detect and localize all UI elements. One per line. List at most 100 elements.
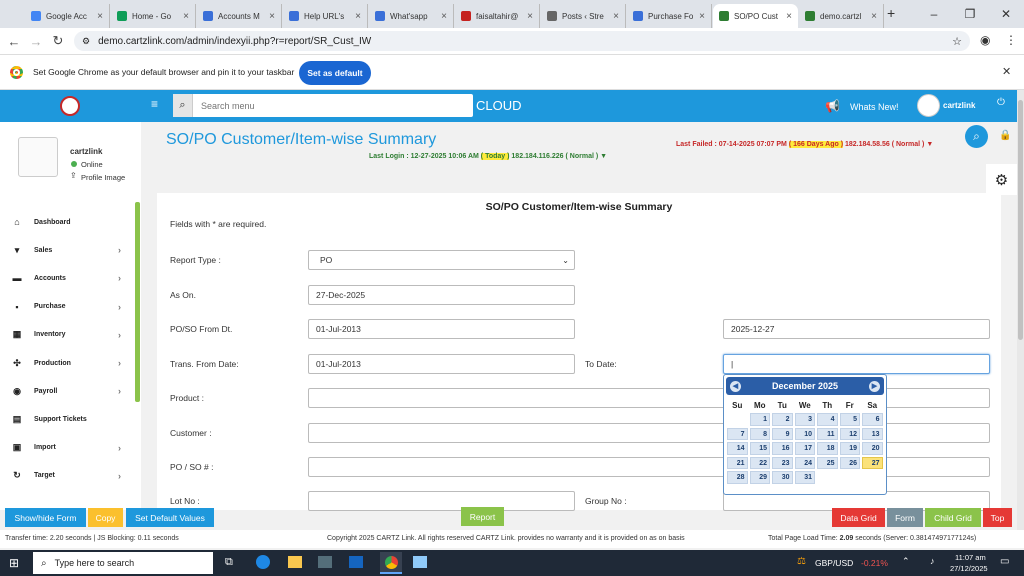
calendar-day[interactable]: 12: [839, 427, 860, 440]
customer-field[interactable]: [308, 423, 990, 443]
tab-close-icon[interactable]: ×: [183, 11, 189, 22]
browser-tab[interactable]: demo.cartzl ×: [799, 4, 884, 28]
calendar-day[interactable]: 10: [794, 427, 815, 440]
page-scrollbar-thumb[interactable]: [1018, 100, 1023, 340]
clock-time[interactable]: 11:07 am: [955, 553, 986, 562]
store-icon[interactable]: [318, 556, 332, 568]
next-month-icon[interactable]: ▶: [868, 380, 880, 392]
tab-close-icon[interactable]: ×: [355, 11, 361, 22]
browser-tab[interactable]: Home - Go ×: [111, 4, 196, 28]
chrome-menu-icon[interactable]: ⋮: [1005, 33, 1017, 47]
calendar-day[interactable]: 14: [727, 442, 748, 455]
whats-new-link[interactable]: Whats New!: [850, 102, 899, 112]
sidebar-item-accounts[interactable]: ▬ Accounts ›: [0, 268, 130, 288]
close-infobar-icon[interactable]: ✕: [1002, 65, 1011, 78]
tab-close-icon[interactable]: ×: [613, 11, 619, 22]
tab-close-icon[interactable]: ×: [441, 11, 447, 22]
forward-icon[interactable]: →: [25, 34, 47, 49]
sidebar-item-payroll[interactable]: ◉ Payroll ›: [0, 381, 130, 401]
new-tab-button[interactable]: +: [887, 5, 895, 21]
tab-close-icon[interactable]: ×: [699, 11, 705, 22]
product-field[interactable]: [308, 388, 990, 408]
minimize-icon[interactable]: –: [916, 7, 952, 21]
settings-gear-button[interactable]: ⚙: [986, 164, 1017, 195]
to-date-field[interactable]: |: [723, 354, 990, 374]
outlook-icon[interactable]: [349, 556, 363, 568]
calendar-day[interactable]: 31: [794, 471, 815, 484]
set-default-values-button[interactable]: Set Default Values: [126, 508, 214, 527]
app-taskbar-icon[interactable]: [413, 556, 427, 568]
calendar-day[interactable]: 29: [749, 471, 770, 484]
taskbar-search[interactable]: ⌕ Type here to search: [33, 552, 213, 574]
browser-tab[interactable]: Accounts M ×: [197, 4, 282, 28]
calendar-day[interactable]: 13: [862, 427, 883, 440]
data-grid-button[interactable]: Data Grid: [832, 508, 885, 527]
browser-tab[interactable]: What'sapp ×: [369, 4, 454, 28]
tab-close-icon[interactable]: ×: [527, 11, 533, 22]
back-icon[interactable]: ←: [3, 34, 25, 49]
search-input[interactable]: [193, 95, 463, 116]
search-circle-button[interactable]: ⌕: [965, 125, 988, 148]
calendar-day[interactable]: 25: [817, 456, 838, 469]
form-button[interactable]: Form: [887, 508, 923, 527]
windows-start-icon[interactable]: ⊞: [9, 556, 19, 570]
profile-image-link[interactable]: Profile Image: [81, 173, 125, 182]
browser-tab[interactable]: Google Acc ×: [25, 4, 110, 28]
calendar-day[interactable]: 16: [772, 442, 793, 455]
clock-date[interactable]: 27/12/2025: [950, 564, 988, 573]
report-type-select[interactable]: PO ⌄: [308, 250, 575, 270]
chrome-taskbar-icon[interactable]: [380, 552, 402, 574]
task-view-icon[interactable]: ⧉: [225, 556, 233, 569]
calendar-day[interactable]: 7: [727, 427, 748, 440]
calendar-day[interactable]: 18: [817, 442, 838, 455]
megaphone-icon[interactable]: 📢: [825, 99, 840, 113]
calendar-day[interactable]: 15: [749, 442, 770, 455]
browser-tab[interactable]: Posts ‹ Stre ×: [541, 4, 626, 28]
browser-tab[interactable]: Help URL's ×: [283, 4, 368, 28]
calendar-day[interactable]: 8: [749, 427, 770, 440]
sidebar-item-import[interactable]: ▣ Import ›: [0, 438, 130, 458]
browser-tab[interactable]: Purchase Fo ×: [627, 4, 712, 28]
menu-toggle-icon[interactable]: ≡: [151, 97, 158, 111]
calendar-day[interactable]: 30: [772, 471, 793, 484]
calendar-day[interactable]: 23: [772, 456, 793, 469]
tray-chevron-icon[interactable]: ⌃: [902, 556, 910, 567]
calendar-day[interactable]: 22: [749, 456, 770, 469]
browser-tab[interactable]: SO/PO Cust ×: [713, 4, 798, 28]
calendar-day[interactable]: 4: [817, 413, 838, 426]
as-on-field[interactable]: 27-Dec-2025: [308, 285, 575, 305]
close-window-icon[interactable]: ✕: [988, 7, 1024, 21]
calendar-day[interactable]: 21: [727, 456, 748, 469]
calendar-day[interactable]: 3: [794, 413, 815, 426]
page-scrollbar[interactable]: [1017, 90, 1024, 530]
set-default-button[interactable]: Set as default: [299, 61, 371, 85]
poso-no-field[interactable]: [308, 457, 990, 477]
restore-icon[interactable]: ❐: [952, 7, 988, 21]
volume-icon[interactable]: ♪: [930, 556, 935, 566]
edge-icon[interactable]: [256, 555, 270, 569]
sidebar-item-dashboard[interactable]: ⌂ Dashboard: [0, 212, 130, 232]
tab-close-icon[interactable]: ×: [97, 11, 103, 22]
poso-to-field[interactable]: 2025-12-27: [723, 319, 990, 339]
calendar-day[interactable]: 2: [772, 413, 793, 426]
trans-from-field[interactable]: 01-Jul-2013: [308, 354, 575, 374]
site-info-icon[interactable]: ⚙: [82, 36, 90, 47]
calendar-day[interactable]: 20: [862, 442, 883, 455]
show-hide-form-button[interactable]: Show/hide Form: [5, 508, 86, 527]
calendar-day[interactable]: 6: [862, 413, 883, 426]
calendar-day[interactable]: 11: [817, 427, 838, 440]
browser-tab[interactable]: faisaltahir@ ×: [455, 4, 540, 28]
tab-close-icon[interactable]: ×: [871, 11, 877, 22]
copy-button[interactable]: Copy: [88, 508, 123, 527]
sidebar-item-purchase[interactable]: ▪ Purchase ›: [0, 297, 130, 317]
tab-close-icon[interactable]: ×: [786, 11, 792, 22]
calendar-day[interactable]: 28: [727, 471, 748, 484]
power-icon[interactable]: ⏻: [997, 97, 1005, 108]
url-field[interactable]: ⚙ demo.cartzlink.com/admin/indexyii.php?…: [74, 31, 970, 51]
poso-from-field[interactable]: 01-Jul-2013: [308, 319, 575, 339]
tab-close-icon[interactable]: ×: [269, 11, 275, 22]
reload-icon[interactable]: ↻: [47, 33, 69, 49]
ticker-name[interactable]: GBP/USD: [815, 558, 853, 568]
calendar-day-today[interactable]: 27: [862, 456, 883, 469]
prev-month-icon[interactable]: ◀: [730, 380, 741, 392]
